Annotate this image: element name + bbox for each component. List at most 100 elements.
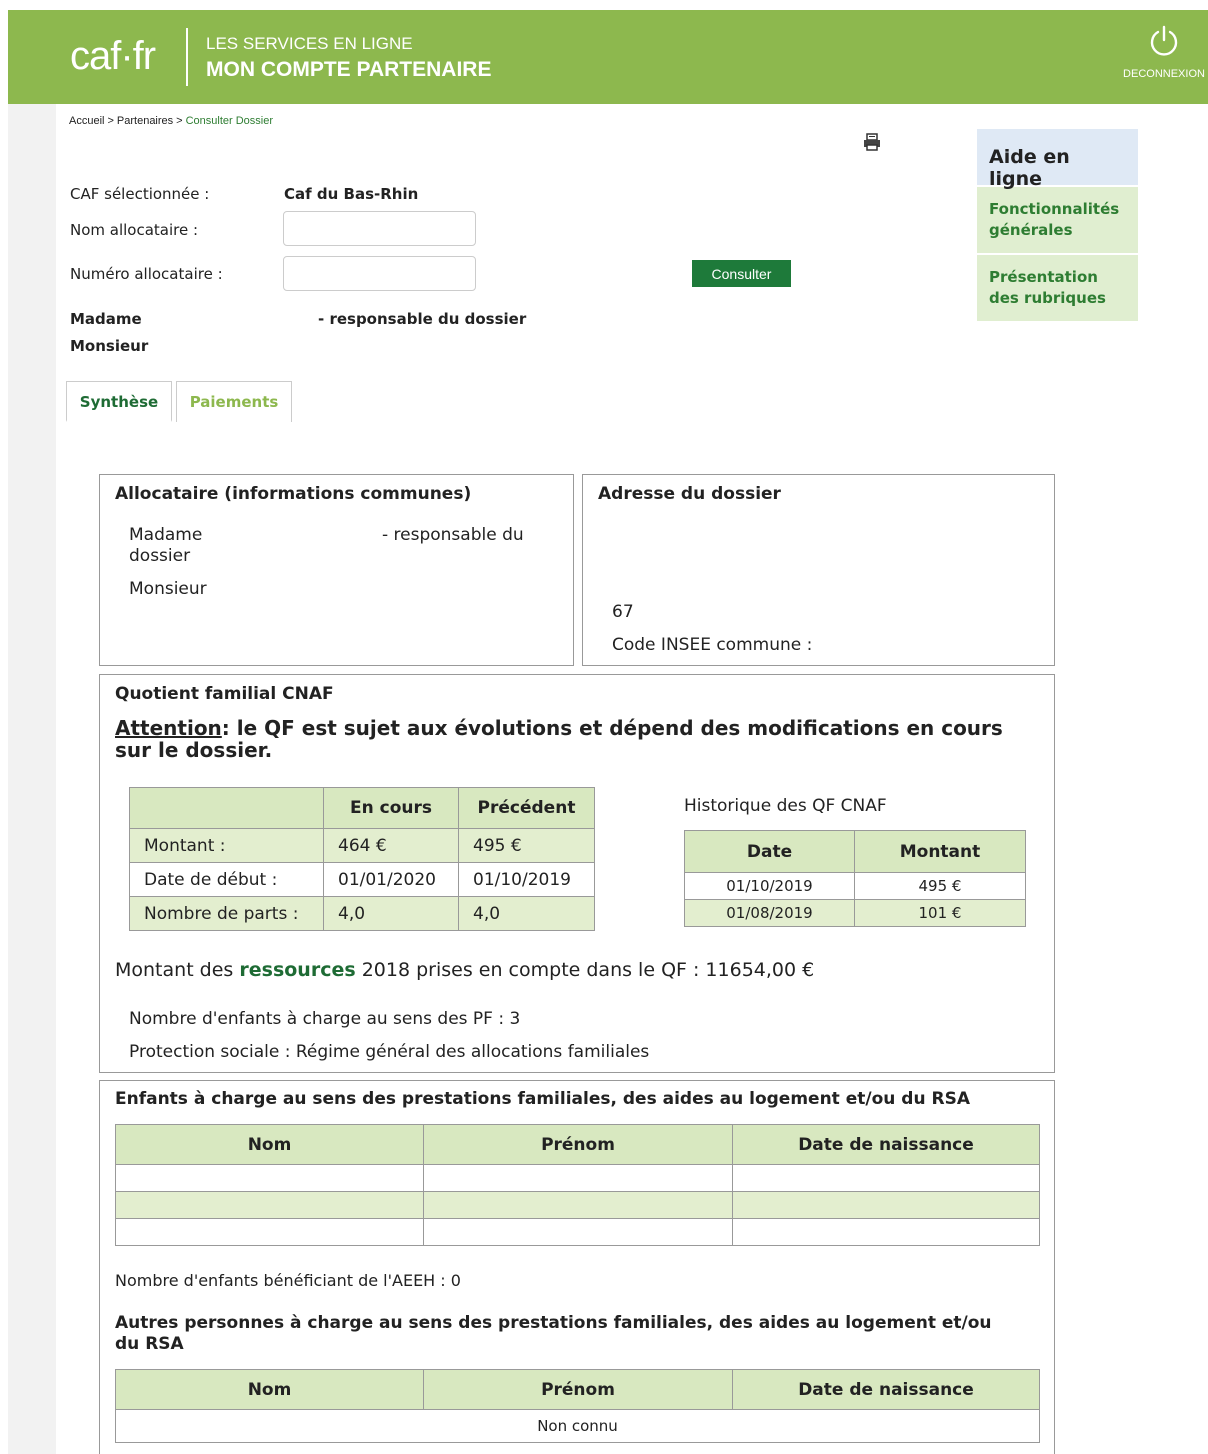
allocataire-title: Allocataire (informations communes) <box>115 484 472 504</box>
adresse-panel: Adresse du dossier 67 Code INSEE commune… <box>582 474 1055 666</box>
qf-cell-previous: 495 € <box>458 828 595 863</box>
help-link-fonctionnalites[interactable]: Fonctionnalités générales <box>977 185 1138 253</box>
col-prenom: Prénom <box>423 1124 733 1165</box>
tab-synthese[interactable]: Synthèse <box>66 381 172 422</box>
help-sidebar: Aide en ligne Fonctionnalités générales … <box>977 129 1138 321</box>
qf-row-label: Nombre de parts : <box>129 896 324 931</box>
enfants-table: Nom Prénom Date de naissance <box>115 1124 1040 1246</box>
cell-empty <box>115 1191 424 1219</box>
history-amount: 495 € <box>854 872 1026 900</box>
breadcrumb-home[interactable]: Accueil <box>69 115 104 127</box>
autres-table: Nom Prénom Date de naissance Non connu <box>115 1369 1040 1443</box>
help-title: Aide en ligne <box>977 129 1138 190</box>
logout-label: DECONNEXION <box>1123 68 1205 80</box>
allocataire-role: - responsable du <box>382 525 524 545</box>
table-row <box>115 1191 1040 1219</box>
autres-title: Autres personnes à charge au sens des pr… <box>115 1313 992 1354</box>
header-subtitle: LES SERVICES EN LIGNE <box>206 34 413 53</box>
cell-empty <box>423 1164 733 1192</box>
history-table: Date Montant 01/10/2019 495 € 01/08/2019… <box>684 830 1026 927</box>
insee-label: Code INSEE commune : <box>612 635 813 655</box>
left-margin <box>8 104 56 1454</box>
col-naissance: Date de naissance <box>732 1369 1040 1410</box>
breadcrumb: Accueil > Partenaires > Consulter Dossier <box>69 115 273 127</box>
cell-empty <box>732 1164 1040 1192</box>
numero-label: Numéro allocataire : <box>70 265 223 283</box>
numero-allocataire-input[interactable] <box>283 256 476 291</box>
site-header: caf·fr LES SERVICES EN LIGNE MON COMPTE … <box>8 10 1208 104</box>
autres-empty: Non connu <box>115 1409 1040 1443</box>
caf-logo[interactable]: caf·fr <box>70 34 156 79</box>
print-icon[interactable] <box>862 132 882 152</box>
qf-row-label: Montant : <box>129 828 324 863</box>
cell-empty <box>732 1191 1040 1219</box>
allocataire-monsieur: Monsieur <box>129 579 207 599</box>
resources-link[interactable]: ressources <box>239 959 355 981</box>
tab-paiements[interactable]: Paiements <box>176 381 292 422</box>
header-title: MON COMPTE PARTENAIRE <box>206 58 492 81</box>
cell-empty <box>115 1218 424 1246</box>
qf-header-current: En cours <box>323 787 459 829</box>
col-prenom: Prénom <box>423 1369 733 1410</box>
qf-cell-current: 01/01/2020 <box>323 862 459 897</box>
history-header-date: Date <box>684 830 855 873</box>
qf-row-parts: Nombre de parts : 4,0 4,0 <box>129 896 595 931</box>
col-nom: Nom <box>115 1369 424 1410</box>
history-row: 01/10/2019 495 € <box>684 872 1026 900</box>
attention-word: Attention <box>115 716 222 740</box>
qf-panel: Quotient familial CNAF Attention: le QF … <box>99 674 1055 1073</box>
resources-prefix: Montant des <box>115 959 240 981</box>
resources-suffix: 2018 prises en compte dans le QF : 11654… <box>355 959 815 981</box>
qf-cell-current: 464 € <box>323 828 459 863</box>
caf-value: Caf du Bas-Rhin <box>284 185 419 203</box>
qf-cell-previous: 01/10/2019 <box>458 862 595 897</box>
cell-empty <box>423 1218 733 1246</box>
cell-empty <box>423 1191 733 1219</box>
qf-header-empty <box>129 787 324 829</box>
children-count: Nombre d'enfants à charge au sens des PF… <box>129 1009 521 1029</box>
breadcrumb-partenaires[interactable]: Partenaires <box>117 115 173 127</box>
qf-attention: Attention: le QF est sujet aux évolution… <box>115 717 1040 761</box>
cell-empty <box>732 1218 1040 1246</box>
allocataire-panel: Allocataire (informations communes) Mada… <box>99 474 574 666</box>
enfants-title: Enfants à charge au sens des prestations… <box>115 1089 970 1109</box>
history-title: Historique des QF CNAF <box>684 796 887 816</box>
history-amount: 101 € <box>854 899 1026 927</box>
col-naissance: Date de naissance <box>732 1124 1040 1165</box>
table-row <box>115 1218 1040 1246</box>
breadcrumb-separator: > <box>176 115 183 127</box>
enfants-panel: Enfants à charge au sens des prestations… <box>99 1080 1055 1454</box>
adresse-departement: 67 <box>612 602 634 622</box>
history-header-amount: Montant <box>854 830 1026 873</box>
history-row: 01/08/2019 101 € <box>684 899 1026 927</box>
logout-button[interactable]: DECONNEXION <box>1120 24 1208 80</box>
table-row: Non connu <box>115 1409 1040 1443</box>
qf-resources: Montant des ressources 2018 prises en co… <box>115 959 814 981</box>
caf-label: CAF sélectionnée : <box>70 185 210 203</box>
person-madame: Madame <box>70 310 142 328</box>
breadcrumb-current: Consulter Dossier <box>185 115 274 127</box>
nom-allocataire-input[interactable] <box>283 211 476 246</box>
allocataire-role-cont: dossier <box>129 546 191 566</box>
nom-label: Nom allocataire : <box>70 221 199 239</box>
qf-header-previous: Précédent <box>458 787 595 829</box>
protection-sociale: Protection sociale : Régime général des … <box>129 1042 650 1062</box>
qf-row-label: Date de début : <box>129 862 324 897</box>
adresse-title: Adresse du dossier <box>598 484 781 504</box>
power-icon <box>1150 25 1178 56</box>
person-role: - responsable du dossier <box>318 310 527 328</box>
qf-cell-current: 4,0 <box>323 896 459 931</box>
qf-row-montant: Montant : 464 € 495 € <box>129 828 595 863</box>
qf-cell-previous: 4,0 <box>458 896 595 931</box>
breadcrumb-separator: > <box>107 115 114 127</box>
attention-text: : le QF est sujet aux évolutions et dépe… <box>115 716 1003 762</box>
person-monsieur: Monsieur <box>70 337 149 355</box>
aeeh-count: Nombre d'enfants bénéficiant de l'AEEH :… <box>115 1271 461 1290</box>
cell-empty <box>115 1164 424 1192</box>
header-divider <box>186 28 188 86</box>
help-link-presentation[interactable]: Présentation des rubriques <box>977 253 1138 321</box>
table-row <box>115 1164 1040 1192</box>
qf-title: Quotient familial CNAF <box>115 684 334 704</box>
history-date: 01/10/2019 <box>684 872 855 900</box>
consulter-button[interactable]: Consulter <box>692 260 791 287</box>
